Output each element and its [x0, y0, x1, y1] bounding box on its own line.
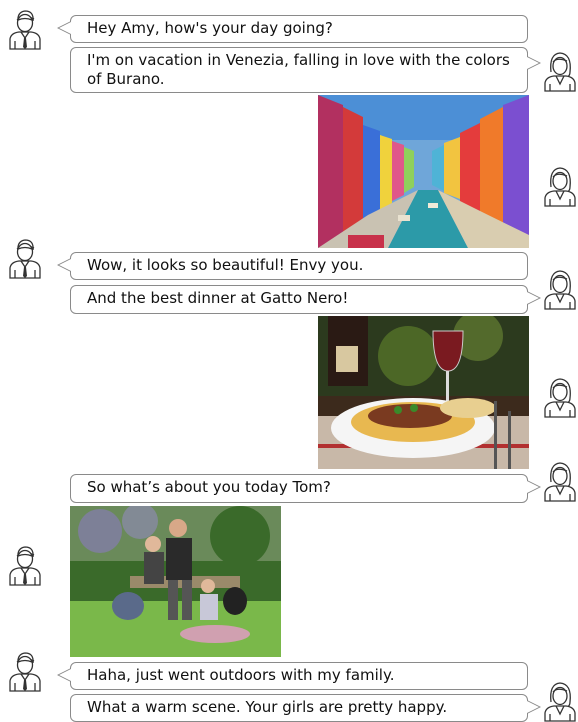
man-avatar-icon — [9, 239, 41, 279]
woman-avatar-icon — [544, 52, 576, 92]
message-text: I'm on vacation in Venezia, falling in l… — [87, 51, 510, 88]
family-outdoors-photo[interactable] — [70, 506, 281, 657]
message-text: And the best dinner at Gatto Nero! — [87, 289, 349, 307]
pasta-dinner-photo[interactable] — [318, 316, 529, 469]
woman-avatar-icon — [544, 167, 576, 207]
bubble-tail — [57, 668, 71, 682]
message-text: Wow, it looks so beautiful! Envy you. — [87, 256, 364, 274]
message-text: What a warm scene. Your girls are pretty… — [87, 698, 448, 716]
woman-avatar-icon — [544, 682, 576, 722]
bubble-tail — [527, 291, 541, 305]
message-text: Hey Amy, how's your day going? — [87, 19, 333, 37]
message-bubble: And the best dinner at Gatto Nero! — [70, 285, 528, 314]
woman-avatar-icon — [544, 462, 576, 502]
woman-avatar-icon — [544, 378, 576, 418]
bubble-tail — [57, 21, 71, 35]
message-bubble: I'm on vacation in Venezia, falling in l… — [70, 47, 528, 93]
bubble-tail — [527, 480, 541, 494]
message-bubble: So what’s about you today Tom? — [70, 474, 528, 503]
man-avatar-icon — [9, 546, 41, 586]
message-bubble: What a warm scene. Your girls are pretty… — [70, 694, 528, 722]
message-bubble: Wow, it looks so beautiful! Envy you. — [70, 252, 528, 280]
message-text: Haha, just went outdoors with my family. — [87, 666, 395, 684]
man-avatar-icon — [9, 10, 41, 50]
woman-avatar-icon — [544, 270, 576, 310]
man-avatar-icon — [9, 652, 41, 692]
bubble-tail — [527, 56, 541, 70]
message-bubble: Hey Amy, how's your day going? — [70, 15, 528, 43]
burano-canal-photo[interactable] — [318, 95, 529, 248]
bubble-tail — [57, 258, 71, 272]
bubble-tail — [527, 700, 541, 714]
message-text: So what’s about you today Tom? — [87, 478, 331, 496]
message-bubble: Haha, just went outdoors with my family. — [70, 662, 528, 690]
